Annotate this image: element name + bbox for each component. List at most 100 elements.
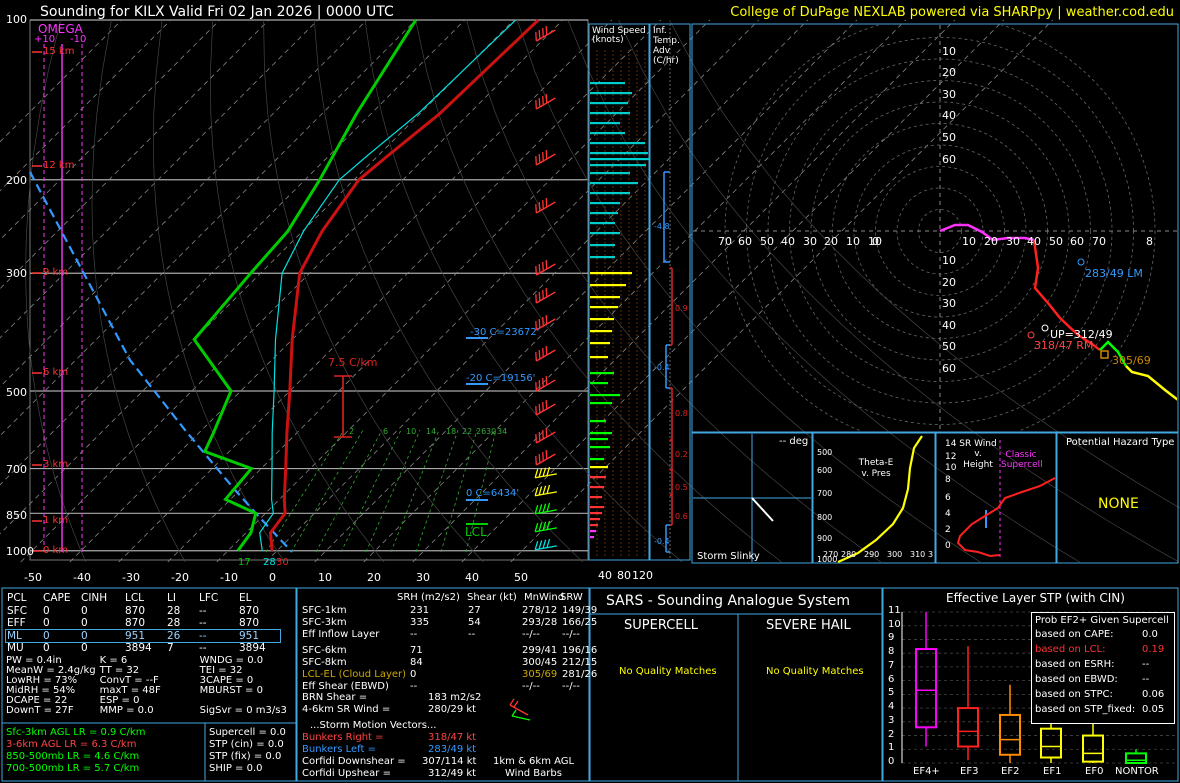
kin-header-srw: SRW <box>560 592 583 603</box>
barb-flag <box>542 539 547 549</box>
kinematic-cell: --/-- <box>562 629 580 640</box>
mini-barb-shaft <box>509 704 529 716</box>
dry-adiabat <box>618 19 1180 563</box>
hodo-trace-9-12km <box>1125 365 1177 401</box>
sars-frame <box>589 587 883 782</box>
param-row: STP (fix) = 0.0 <box>209 751 282 762</box>
wind-speed-bar <box>590 306 618 309</box>
slinky-vector <box>751 497 774 522</box>
isotherm-line <box>0 19 319 339</box>
kinematic-cell: -- <box>468 629 476 640</box>
wind-barb <box>535 260 556 276</box>
temperature-tick-label: 20 <box>367 571 381 584</box>
mini-barb-shaft <box>511 715 531 721</box>
kin-header-mnwind: MnWind <box>524 592 565 603</box>
slinky-title: Storm Slinky <box>697 551 760 562</box>
stp-box <box>915 648 937 729</box>
hazard-value: NONE <box>1098 496 1139 512</box>
parcel-header: LCL <box>125 592 145 604</box>
wind-barb <box>535 150 556 166</box>
stp-title: Effective Layer STP (with CIN) <box>946 591 1125 605</box>
kinematic-cell: 231 <box>410 605 430 616</box>
hodo-x-label: 40 <box>781 235 795 248</box>
parcel-header: CINH <box>81 592 108 604</box>
stp-y-label: 9 <box>888 632 895 644</box>
barb-flag <box>534 522 539 532</box>
omega-tick-neg: -10 <box>70 34 87 45</box>
mixing-ratio-line <box>415 429 459 553</box>
index-row: DownT = 27F MMP = 0.0 SigSvr = 0 m3/s3 <box>6 706 314 716</box>
barb-shaft <box>535 473 557 479</box>
prob-ef2-box: Prob EF2+ Given Supercell based on CAPE:… <box>1031 612 1175 724</box>
param-row: SHIP = 0.0 <box>209 763 263 774</box>
wind-speed-bar <box>590 284 626 287</box>
kinematic-cell: 293/28 <box>522 617 558 628</box>
pressure-label: 850 <box>6 509 27 522</box>
hodo-up-marker <box>1041 324 1049 332</box>
wind-speed-bar <box>590 486 604 489</box>
theta-x-label: 270 <box>823 550 839 559</box>
isotherm-line <box>167 19 711 563</box>
brn-shear-value: 183 m2/s2 <box>428 692 482 703</box>
wind-barb <box>534 484 557 497</box>
parcel-row[interactable]: MU 0 0 3894 7 -- 3894 <box>6 642 280 655</box>
skewt-grid <box>0 19 1180 563</box>
surface-dewpoint: 17 <box>238 557 251 568</box>
mini-wind-barbs <box>509 698 531 721</box>
mixing-ratio-label: 6 <box>383 427 389 436</box>
theta-y-label: 600 <box>817 466 833 475</box>
wind-speed-bar <box>590 372 614 375</box>
level-minus20: -20 C=19156' <box>466 373 536 384</box>
theta-x-label: 310 <box>910 550 926 559</box>
srwind-y-label: 8 <box>945 475 951 485</box>
hodo-lm-label: 283/49 LM <box>1085 267 1143 280</box>
wind-barb <box>534 538 557 551</box>
wind-barb <box>535 346 556 362</box>
hodo-ring-label: 20 <box>942 66 956 79</box>
wind-tick-40: 40 <box>598 569 612 582</box>
hodo-x-label: 30 <box>1006 235 1020 248</box>
parcel-header: LFC <box>199 592 219 604</box>
wind-barb <box>535 400 556 416</box>
level-0c: 0 C=6434' <box>466 488 520 499</box>
prob-title: Prob EF2+ Given Supercell <box>1035 615 1169 626</box>
stp-y-label: 2 <box>888 728 895 740</box>
parcel-cell: MU <box>7 642 24 654</box>
stp-box <box>999 713 1021 756</box>
temperature-tick-label: 50 <box>514 571 528 584</box>
srwind-classic: Classic Supercell <box>1001 450 1043 471</box>
wind-barb <box>535 26 556 42</box>
kinematic-cell: SFC-3km <box>302 617 347 628</box>
parcel-header: EL <box>239 592 252 604</box>
parcel-row[interactable]: ML 0 0 951 26 -- 951 <box>5 628 281 643</box>
stp-y-label: 1 <box>888 742 895 754</box>
tadv-label: 0.5 <box>675 483 688 492</box>
wind-speed-bar <box>590 342 610 345</box>
kinematic-cell: 196/16 <box>562 645 598 656</box>
parcel-cell: 7 <box>167 642 174 654</box>
sars-hail-matches: No Quality Matches <box>766 666 864 677</box>
sr-wind-value: 280/29 kt <box>428 704 477 715</box>
wind-speed-bar <box>590 476 606 479</box>
theta-x-label: 290 <box>864 550 880 559</box>
sr-wind-label: 4-6km SR Wind = <box>302 704 391 715</box>
hodo-x-label: 8 <box>1146 235 1153 248</box>
wind-speed-bar <box>590 394 620 397</box>
barb-flag <box>538 522 543 532</box>
wind-speed-frame <box>588 23 650 561</box>
mixing-ratio-label: 26 <box>476 427 487 436</box>
wind-speed-bar <box>590 192 630 195</box>
hodo-lm-marker <box>1077 258 1085 266</box>
wind-speed-bar <box>590 152 648 155</box>
hodo-ring-label: 60 <box>942 362 956 375</box>
parcel-row[interactable]: EFF 0 0 870 28 -- 870 <box>6 617 280 630</box>
parcel-row[interactable]: SFC 0 0 870 28 -- 870 <box>6 605 280 618</box>
theta-y-label: 700 <box>817 489 833 498</box>
hodo-x-label: 30 <box>803 235 817 248</box>
bunkers-left-value: 283/49 kt <box>428 744 477 755</box>
theta-y-label: 900 <box>817 534 833 543</box>
parcel-cell: SFC <box>7 604 28 617</box>
hodo-ring-label: 20 <box>942 276 956 289</box>
temp-adv-bars <box>663 24 673 560</box>
wind-speed-bar <box>590 82 625 85</box>
